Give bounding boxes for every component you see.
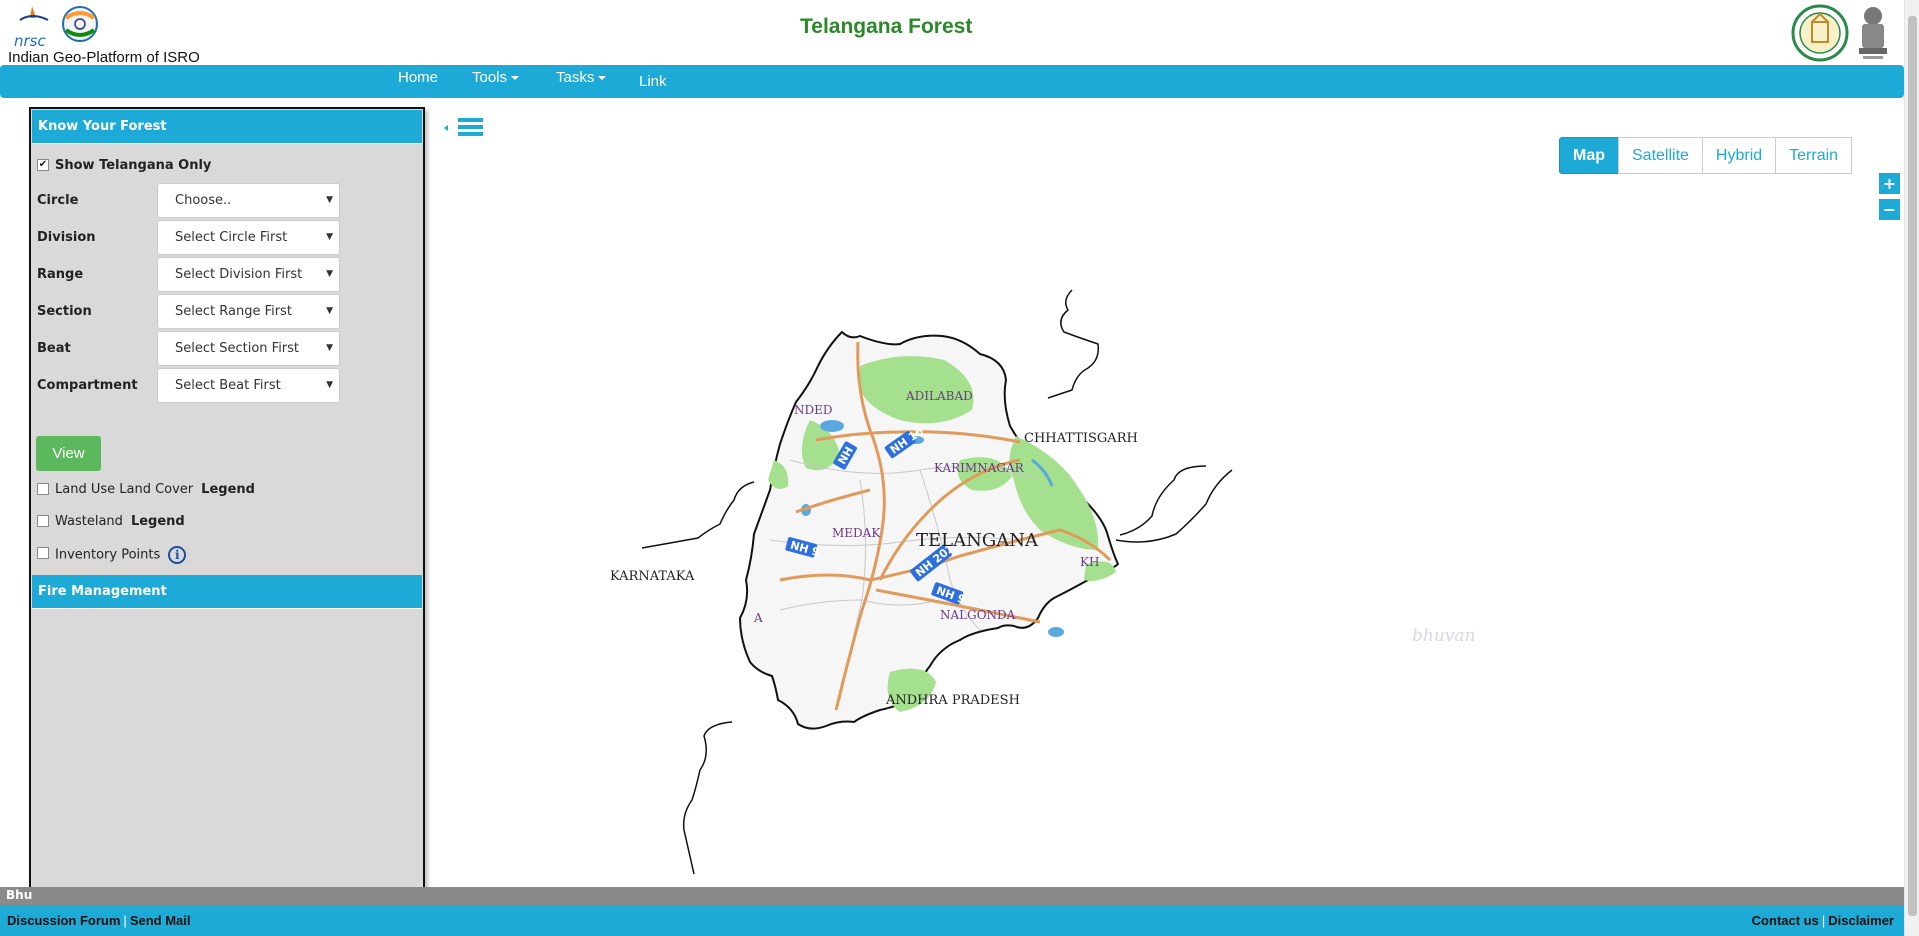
main-navbar: Home Tools Tasks Link xyxy=(0,65,1904,98)
map-watermark: bhuvan xyxy=(1412,626,1476,646)
label-andhra-pradesh: ANDHRA PRADESH xyxy=(885,693,1020,708)
label-chhattisgarh: CHHATTISGARH xyxy=(1024,431,1138,446)
compartment-select[interactable]: Select Beat First ▼ xyxy=(157,368,340,403)
layer-inventory-points: Inventory Points i xyxy=(37,546,187,564)
inventory-checkbox[interactable] xyxy=(37,547,49,559)
fire-management-header[interactable]: Fire Management xyxy=(32,575,422,609)
chhattisgarh-border xyxy=(1047,289,1100,399)
chevron-down-icon xyxy=(511,76,520,81)
india-emblem-icon xyxy=(1859,7,1887,59)
chevron-down-icon xyxy=(598,76,607,81)
dropdown-arrow-icon: ▼ xyxy=(326,232,333,242)
division-select[interactable]: Select Circle First ▼ xyxy=(157,220,340,255)
discussion-forum-link[interactable]: Discussion Forum xyxy=(7,913,120,928)
map-type-hybrid[interactable]: Hybrid xyxy=(1701,137,1777,174)
label-karimnagar: KARIMNAGAR xyxy=(934,461,1025,475)
dropdown-arrow-icon: ▼ xyxy=(326,269,333,279)
label-adilabad: ADILABAD xyxy=(905,389,973,403)
show-telangana-checkbox[interactable]: ✔ xyxy=(37,159,49,171)
show-telangana-only[interactable]: ✔ Show Telangana Only xyxy=(37,158,211,173)
compartment-label: Compartment xyxy=(37,378,138,393)
know-your-forest-panel: Know Your Forest ✔ Show Telangana Only Ci… xyxy=(29,107,425,904)
nav-tasks[interactable]: Tasks xyxy=(556,65,607,98)
layer-lulc: Land Use Land Cover Legend xyxy=(37,482,255,497)
panel-toggle-menu-icon[interactable] xyxy=(444,117,484,141)
logo-org: nrsc xyxy=(14,32,46,48)
map-type-terrain[interactable]: Terrain xyxy=(1775,137,1853,174)
dropdown-arrow-icon: ▼ xyxy=(326,195,333,205)
telangana-emblem-icon xyxy=(1791,4,1849,62)
beat-label: Beat xyxy=(37,341,71,356)
isro-logo[interactable]: nrsc Indian Geo-Platform of ISRO xyxy=(6,2,226,66)
layer-wasteland: Wasteland Legend xyxy=(37,514,185,529)
label-nalgonda: NALGONDA xyxy=(940,608,1016,622)
page-scrollbar[interactable] xyxy=(1904,0,1919,936)
beat-select[interactable]: Select Section First ▼ xyxy=(157,331,340,366)
dropdown-arrow-icon: ▼ xyxy=(326,380,333,390)
footer: Discussion Forum | Send Mail Contact us | Di… xyxy=(0,905,1904,936)
label-karnataka: KARNATAKA xyxy=(610,569,695,584)
lulc-checkbox[interactable] xyxy=(37,483,49,495)
section-select[interactable]: Select Range First ▼ xyxy=(157,294,340,329)
lulc-legend-link[interactable]: Legend xyxy=(201,482,255,497)
section-label: Section xyxy=(37,304,92,319)
nrsc-logo-icon: nrsc xyxy=(14,6,98,48)
label-telangana: TELANGANA xyxy=(916,530,1039,551)
odisha-border xyxy=(1115,465,1233,543)
logo-text: Indian Geo-Platform of ISRO xyxy=(8,49,200,66)
label-kh: KH xyxy=(1080,555,1099,569)
zoom-in-button[interactable]: + xyxy=(1878,172,1901,195)
status-strip: Bhu xyxy=(0,887,1904,905)
header: nrsc Indian Geo-Platform of ISRO Telanga… xyxy=(0,0,1904,66)
map-type-switcher: Map Satellite Hybrid Terrain xyxy=(1559,137,1853,174)
page-title: Telangana Forest xyxy=(800,15,973,38)
disclaimer-link[interactable]: Disclaimer xyxy=(1828,913,1894,928)
label-a: A xyxy=(753,611,763,625)
info-icon[interactable]: i xyxy=(168,546,187,564)
telangana-map[interactable]: NH 16 NH 7 NH 9 NH 202 NH 9 ADILABAD NDE… xyxy=(600,280,1280,880)
view-button[interactable]: View xyxy=(36,436,101,471)
map-type-satellite[interactable]: Satellite xyxy=(1618,137,1703,174)
circle-label: Circle xyxy=(37,193,79,208)
nav-home[interactable]: Home xyxy=(398,65,438,98)
wasteland-legend-link[interactable]: Legend xyxy=(131,514,185,529)
dropdown-arrow-icon: ▼ xyxy=(326,343,333,353)
panel-title: Know Your Forest xyxy=(32,110,422,144)
nav-tools[interactable]: Tools xyxy=(472,65,520,98)
nav-link[interactable]: Link xyxy=(639,69,667,102)
label-nanded: NDED xyxy=(794,403,833,417)
map-type-map[interactable]: Map xyxy=(1559,137,1619,174)
label-medak: MEDAK xyxy=(832,526,881,540)
division-label: Division xyxy=(37,230,96,245)
circle-select[interactable]: Choose.. ▼ xyxy=(157,183,340,218)
send-mail-link[interactable]: Send Mail xyxy=(130,913,191,928)
contact-us-link[interactable]: Contact us xyxy=(1752,913,1819,928)
range-label: Range xyxy=(37,267,84,282)
wasteland-checkbox[interactable] xyxy=(37,515,49,527)
zoom-out-button[interactable]: − xyxy=(1878,198,1901,221)
dropdown-arrow-icon: ▼ xyxy=(326,306,333,316)
karnataka-border xyxy=(641,481,755,875)
range-select[interactable]: Select Division First ▼ xyxy=(157,257,340,292)
